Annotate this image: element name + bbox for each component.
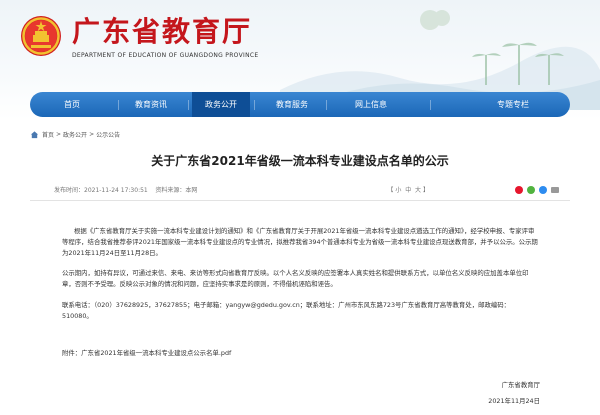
nav-government-affairs[interactable]: 政务公开 — [192, 92, 250, 117]
attachment-link[interactable]: 附件：广东省2021年省级一流本科专业建设点公示名单.pdf — [62, 348, 231, 357]
breadcrumb-announcements[interactable]: 公示公告 — [96, 130, 120, 139]
divider — [30, 200, 570, 201]
font-small-button[interactable]: 小 — [395, 187, 401, 194]
home-icon — [30, 130, 39, 138]
share-qq-icon[interactable] — [539, 186, 547, 194]
main-nav: 首页 教育资讯 政务公开 教育服务 网上信息 专题专栏 — [30, 92, 570, 117]
site-subtitle: DEPARTMENT OF EDUCATION OF GUANGDONG PRO… — [72, 52, 259, 59]
article-title: 关于广东省2021年省级一流本科专业建设点名单的公示 — [151, 154, 449, 168]
nav-education-news[interactable]: 教育资讯 — [122, 92, 180, 117]
article-source: 资料来源：本网 — [155, 187, 198, 194]
national-emblem-icon — [21, 16, 61, 56]
nav-divider — [188, 100, 189, 110]
site-title: 广东省教育厅 — [72, 15, 253, 48]
font-medium-button[interactable]: 中 — [405, 187, 411, 194]
article-paragraph: 根据《广东省教育厅关于实施一流本科专业建设计划的通知》和《广东省教育厅关于开展2… — [62, 227, 538, 257]
article-meta: 发布时间：2021-11-24 17:30:51 资料来源：本网 【 小 中 大… — [34, 185, 564, 197]
nav-special-topics[interactable]: 专题专栏 — [478, 92, 548, 117]
signature-organization: 广东省教育厅 — [501, 381, 540, 389]
contact-info: 联系电话：（020）37628925，37627855；电子邮箱：yangyw@… — [62, 301, 511, 320]
site-header: 广东省教育厅 DEPARTMENT OF EDUCATION OF GUANGD… — [0, 0, 600, 120]
breadcrumb-government-affairs[interactable]: 政务公开 — [63, 130, 87, 139]
nav-online-info[interactable]: 网上信息 — [330, 92, 412, 117]
breadcrumb-separator: > — [89, 130, 95, 138]
share-weibo-icon[interactable] — [515, 186, 523, 194]
breadcrumb-separator: > — [56, 130, 62, 138]
article-paragraph: 公示期内，如持有异议，可通过来信、来电、来访等形式向省教育厅反映。以个人名义反映… — [62, 269, 529, 288]
nav-education-services[interactable]: 教育服务 — [258, 92, 326, 117]
signature-date: 2021年11月24日 — [488, 397, 540, 405]
breadcrumb-home[interactable]: 首页 — [42, 130, 54, 139]
nav-divider — [326, 100, 327, 110]
nav-divider — [430, 100, 431, 110]
nav-divider — [254, 100, 255, 110]
font-large-button[interactable]: 大 — [415, 187, 421, 194]
nav-home[interactable]: 首页 — [42, 92, 102, 117]
font-size-switch: 【 小 中 大 】 — [387, 187, 429, 194]
publish-date: 发布时间：2021-11-24 17:30:51 资料来源：本网 — [54, 187, 198, 194]
breadcrumb: 首页 > 政务公开 > 公示公告 — [30, 128, 122, 140]
print-icon[interactable] — [551, 187, 559, 193]
share-wechat-icon[interactable] — [527, 186, 535, 194]
share-tools — [515, 186, 559, 194]
nav-divider — [118, 100, 119, 110]
